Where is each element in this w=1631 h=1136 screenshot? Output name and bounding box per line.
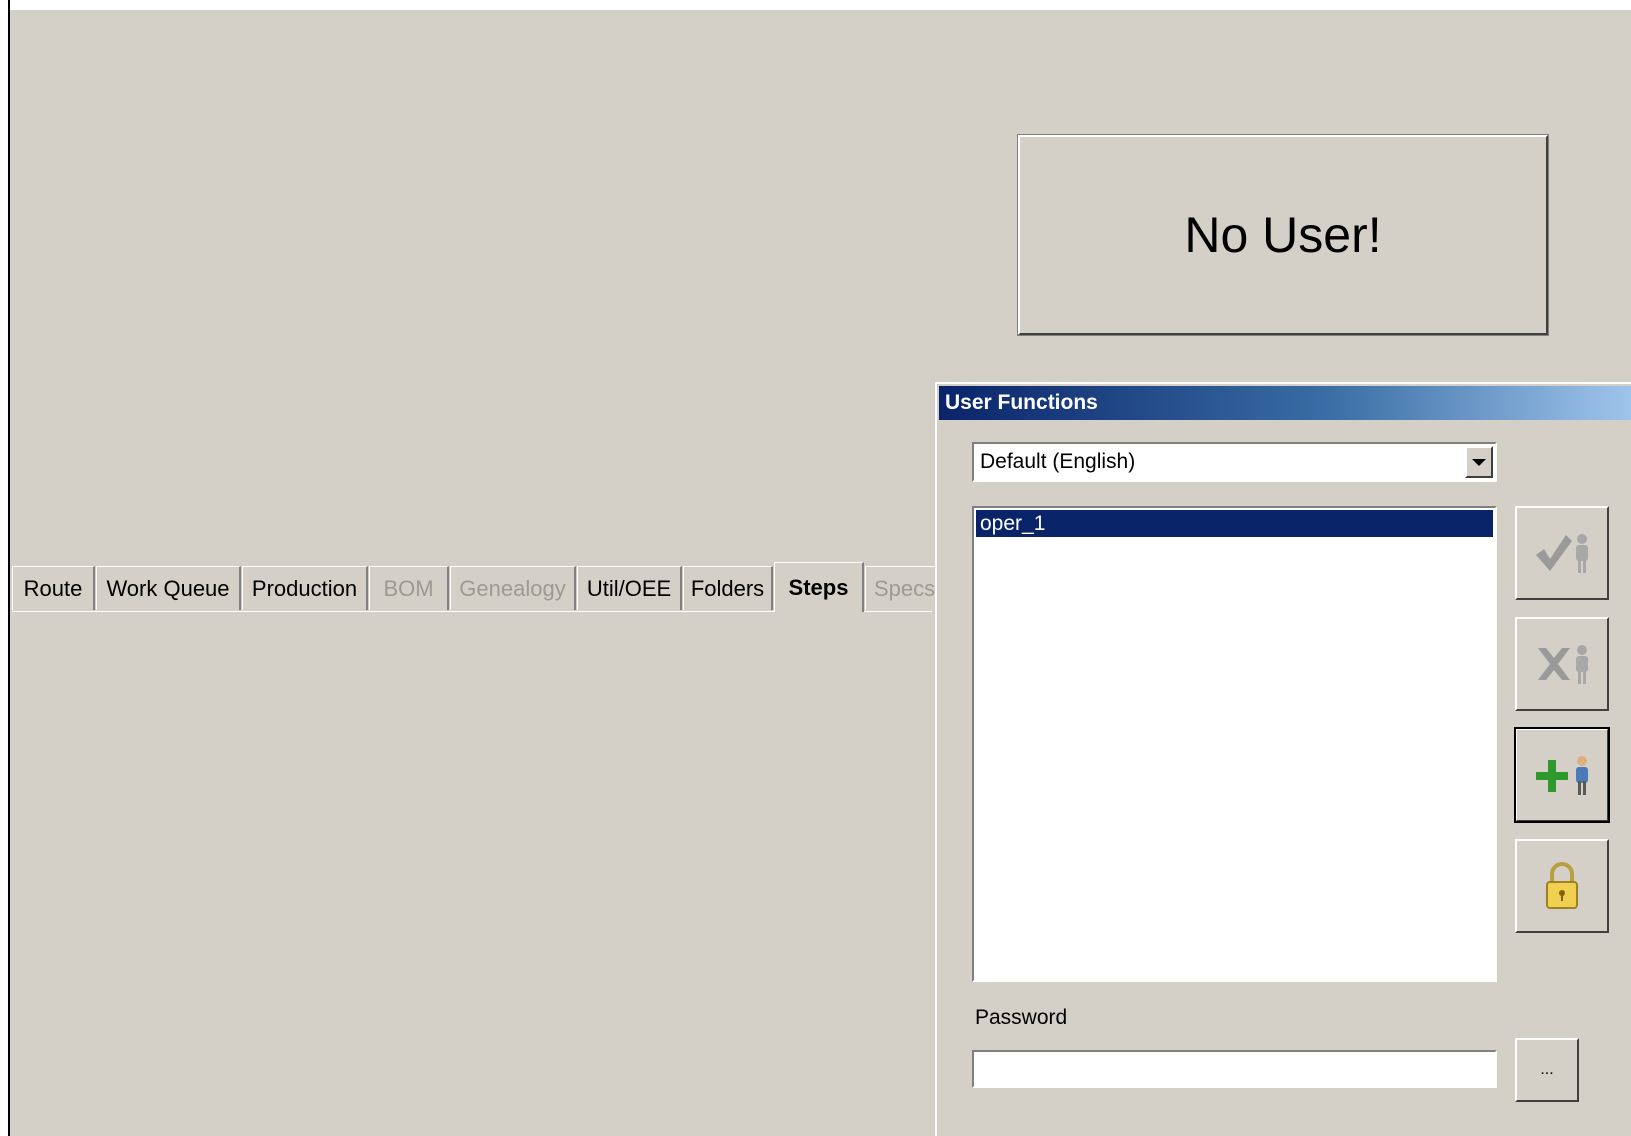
tab-label: Genealogy — [459, 575, 566, 601]
tab-util-oee[interactable]: Util/OEE — [577, 566, 682, 610]
browse-button[interactable]: ... — [1515, 1038, 1579, 1102]
tab-route[interactable]: Route — [12, 566, 95, 610]
x-user-icon — [1538, 645, 1588, 684]
padlock-icon — [1546, 862, 1578, 909]
tab-label: Work Queue — [106, 575, 230, 601]
tab-label: Production — [251, 575, 358, 601]
language-select[interactable]: Default (English) — [972, 442, 1497, 482]
current-user-panel: No User! — [1017, 134, 1549, 336]
dialog-title-bar[interactable]: User Functions — [939, 386, 1631, 420]
tab-production[interactable]: Production — [242, 566, 368, 610]
user-list[interactable]: oper_1 — [972, 506, 1497, 982]
password-field[interactable] — [972, 1050, 1497, 1088]
logout-user-button[interactable] — [1515, 617, 1609, 711]
tab-bom[interactable]: BOM — [369, 566, 449, 610]
add-user-button[interactable] — [1514, 727, 1610, 823]
tab-genealogy[interactable]: Genealogy — [450, 566, 576, 610]
top-strip — [0, 0, 1631, 10]
tab-folders[interactable]: Folders — [683, 566, 773, 610]
dialog-title: User Functions — [945, 391, 1098, 414]
left-border — [8, 0, 10, 1136]
user-name: oper_1 — [980, 511, 1046, 535]
tab-specs[interactable]: Specs — [865, 566, 945, 610]
plus-user-icon — [1536, 756, 1588, 795]
tab-label: Steps — [788, 574, 849, 600]
browse-button-label: ... — [1540, 1061, 1554, 1078]
tab-label: Folders — [690, 575, 765, 601]
tab-label: Route — [23, 575, 83, 601]
tab-label: Specs — [874, 575, 936, 601]
current-user-status: No User! — [1184, 207, 1382, 263]
tab-work-queue[interactable]: Work Queue — [96, 566, 241, 610]
left-margin — [0, 0, 8, 1136]
lock-button[interactable] — [1515, 839, 1609, 933]
user-functions-dialog: User Functions Default (English) oper_1 — [935, 382, 1631, 1136]
list-item[interactable]: oper_1 — [976, 510, 1493, 537]
tab-label: BOM — [383, 575, 434, 601]
password-label: Password — [975, 1006, 1068, 1029]
application-window: No User! Route Work Queue Production BOM… — [0, 0, 1631, 1136]
chevron-down-icon[interactable] — [1465, 446, 1493, 478]
language-select-value: Default (English) — [980, 450, 1136, 473]
login-user-button[interactable] — [1515, 506, 1609, 600]
checkmark-user-icon — [1536, 534, 1588, 573]
tab-label: Util/OEE — [586, 575, 672, 601]
tab-steps[interactable]: Steps — [774, 562, 864, 612]
